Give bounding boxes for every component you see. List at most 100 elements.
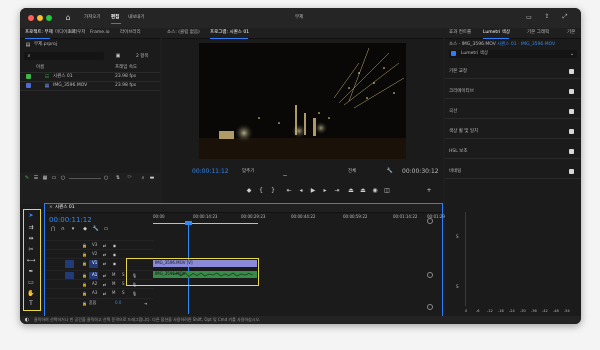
ripple-edit-tool-icon[interactable]: ⇹ <box>27 235 35 243</box>
lift-icon[interactable]: ⏏ <box>348 188 354 194</box>
lock-icon[interactable]: 🔒 <box>82 301 87 306</box>
section-creative[interactable]: 크리에이티브 <box>445 86 581 99</box>
comparison-view-icon[interactable]: ◫ <box>384 188 390 194</box>
lock-icon[interactable]: 🔒 <box>82 261 87 266</box>
step-forward-icon[interactable]: ▸ <box>322 188 328 194</box>
section-enabled-checkbox[interactable] <box>569 89 574 94</box>
close-icon[interactable]: × <box>49 205 53 211</box>
project-item[interactable]: ☷ 시퀀스 01 23.98 fps <box>20 73 160 82</box>
go-to-out-icon[interactable]: ⇥ <box>334 188 340 194</box>
section-enabled-checkbox[interactable] <box>569 129 574 134</box>
mute-button[interactable]: M <box>112 290 115 296</box>
bin-icon[interactable]: ▣ <box>115 53 121 59</box>
section-curves[interactable]: 곡선 <box>445 106 581 119</box>
video-clip[interactable]: IMG_3596.MOV [V] <box>153 260 257 267</box>
nav-edit[interactable]: 편집 <box>111 15 119 21</box>
timeline-timecode[interactable]: 00:00:11:12 <box>49 216 92 224</box>
eye-icon[interactable]: ◉ <box>112 261 117 266</box>
new-bin-icon[interactable]: ▬ <box>149 175 155 181</box>
timeline-tab[interactable]: 시퀀스 01 <box>55 205 75 211</box>
icon-view-icon[interactable]: ▦ <box>42 175 48 181</box>
lock-icon[interactable]: 🔒 <box>82 291 87 296</box>
hand-tool-icon[interactable]: ✋ <box>27 290 35 298</box>
step-back-icon[interactable]: ◂ <box>298 188 304 194</box>
section-enabled-checkbox[interactable] <box>569 149 574 154</box>
sequence-target[interactable]: 시퀀스 01 · IMG_3596.MOV <box>497 42 555 48</box>
section-color-wheels[interactable]: 색상 휠 및 일치 <box>445 126 581 139</box>
rectangle-tool-icon[interactable]: ▭ <box>27 279 35 287</box>
eye-icon[interactable]: ◉ <box>112 243 117 248</box>
go-to-in-icon[interactable]: ⇤ <box>286 188 292 194</box>
slip-tool-icon[interactable]: ⟷ <box>27 257 36 265</box>
scroll-handle-top[interactable] <box>427 218 433 224</box>
play-icon[interactable]: ▶ <box>310 188 316 194</box>
column-fps[interactable]: 프레임 속도 <box>115 65 137 71</box>
home-icon[interactable]: ⌂ <box>64 14 72 22</box>
lock-icon[interactable]: 🔒 <box>82 252 87 257</box>
tab-project[interactable]: 프로젝트: 무제 <box>25 30 53 36</box>
sort-icon[interactable]: ⇅ <box>115 175 121 181</box>
tab-libraries[interactable]: 라이브러리 <box>120 30 141 36</box>
share-icon[interactable]: ⇪ <box>543 13 551 21</box>
playback-resolution-select[interactable]: 전체 <box>348 169 356 175</box>
tab-frameio[interactable]: Frame.io <box>90 30 109 36</box>
scroll-handle-bottom[interactable] <box>427 304 433 310</box>
section-enabled-checkbox[interactable] <box>569 169 574 174</box>
sync-lock-icon[interactable]: ⇄ <box>102 252 107 257</box>
zoom-out-icon[interactable]: ○ <box>60 175 66 181</box>
playhead-timecode[interactable]: 00:00:11:12 <box>192 169 229 175</box>
zoom-level-select[interactable]: 맞추기 <box>242 169 254 175</box>
pencil-icon[interactable]: ✎ <box>24 175 30 181</box>
section-enabled-checkbox[interactable] <box>569 69 574 74</box>
section-basic-correction[interactable]: 기본 교정 <box>445 66 581 79</box>
fullscreen-icon[interactable]: ⤢ <box>561 13 569 21</box>
selection-tool-icon[interactable]: ➤ <box>27 212 35 220</box>
zoom-window-button[interactable] <box>46 15 52 21</box>
mix-volume[interactable]: 0.0 <box>115 300 121 306</box>
captions-icon[interactable]: ▭ <box>103 226 109 232</box>
tab-default[interactable]: 기본 <box>567 30 575 36</box>
solo-label[interactable]: S <box>456 284 459 290</box>
linked-selection-icon[interactable]: ∩ <box>60 226 66 232</box>
nav-export[interactable]: 내보내기 <box>128 15 145 21</box>
razor-tool-icon[interactable]: ✂ <box>27 246 35 254</box>
lock-icon[interactable]: 🔒 <box>82 243 87 248</box>
add-button-icon[interactable]: + <box>426 188 432 194</box>
search-icon[interactable]: ⌕ <box>140 175 146 181</box>
add-marker-icon[interactable]: ◆ <box>246 188 252 194</box>
audio-clip[interactable]: IMG_3596.MOV <box>153 271 257 278</box>
project-search-field[interactable]: ⌕ <box>24 52 104 60</box>
eye-icon[interactable]: ◉ <box>112 252 117 257</box>
tab-lumetri[interactable]: Lumetri 색상 <box>483 30 510 36</box>
column-name[interactable]: 이름 <box>36 65 44 71</box>
type-tool-icon[interactable]: T <box>27 300 35 308</box>
microphone-icon[interactable]: 🎙 <box>132 291 137 296</box>
solo-label[interactable]: S <box>456 234 459 240</box>
section-enabled-checkbox[interactable] <box>569 109 574 114</box>
time-ruler[interactable]: 00:00 00:00:14:23 00:00:29:23 00:00:44:2… <box>153 214 451 228</box>
insert-icon[interactable]: ▾ <box>70 226 76 232</box>
source-target[interactable]: 소스 · IMG_3596.MOV <box>449 42 496 48</box>
list-view-icon[interactable]: ☰ <box>33 175 39 181</box>
mute-button[interactable]: M <box>112 281 115 287</box>
pen-tool-icon[interactable]: ✒ <box>27 268 35 276</box>
solo-button[interactable]: S <box>122 281 125 287</box>
nav-import[interactable]: 가져오기 <box>84 15 101 21</box>
work-area-bar[interactable] <box>153 223 258 224</box>
add-marker-icon[interactable]: ◆ <box>82 226 88 232</box>
mark-in-icon[interactable]: { <box>258 188 264 194</box>
lock-icon[interactable]: 🔒 <box>82 273 87 278</box>
mute-button[interactable]: M <box>112 272 115 278</box>
export-frame-icon[interactable]: ◉ <box>372 188 378 194</box>
video-preview[interactable] <box>199 43 406 159</box>
freeform-view-icon[interactable]: ▭ <box>51 175 57 181</box>
mark-out-icon[interactable]: } <box>270 188 276 194</box>
tab-effect-controls[interactable]: 효과 컨트롤 <box>449 30 471 36</box>
solo-button[interactable]: S <box>122 290 125 296</box>
fx-toggle[interactable] <box>451 51 456 56</box>
tab-effects[interactable]: 효과 <box>67 30 75 36</box>
sync-lock-icon[interactable]: ⇄ <box>102 273 107 278</box>
go-to-end-icon[interactable]: ⇥ <box>143 301 148 306</box>
section-hsl-secondary[interactable]: HSL 보조 <box>445 146 581 159</box>
new-item-label[interactable]: ㅁ· <box>127 175 133 181</box>
